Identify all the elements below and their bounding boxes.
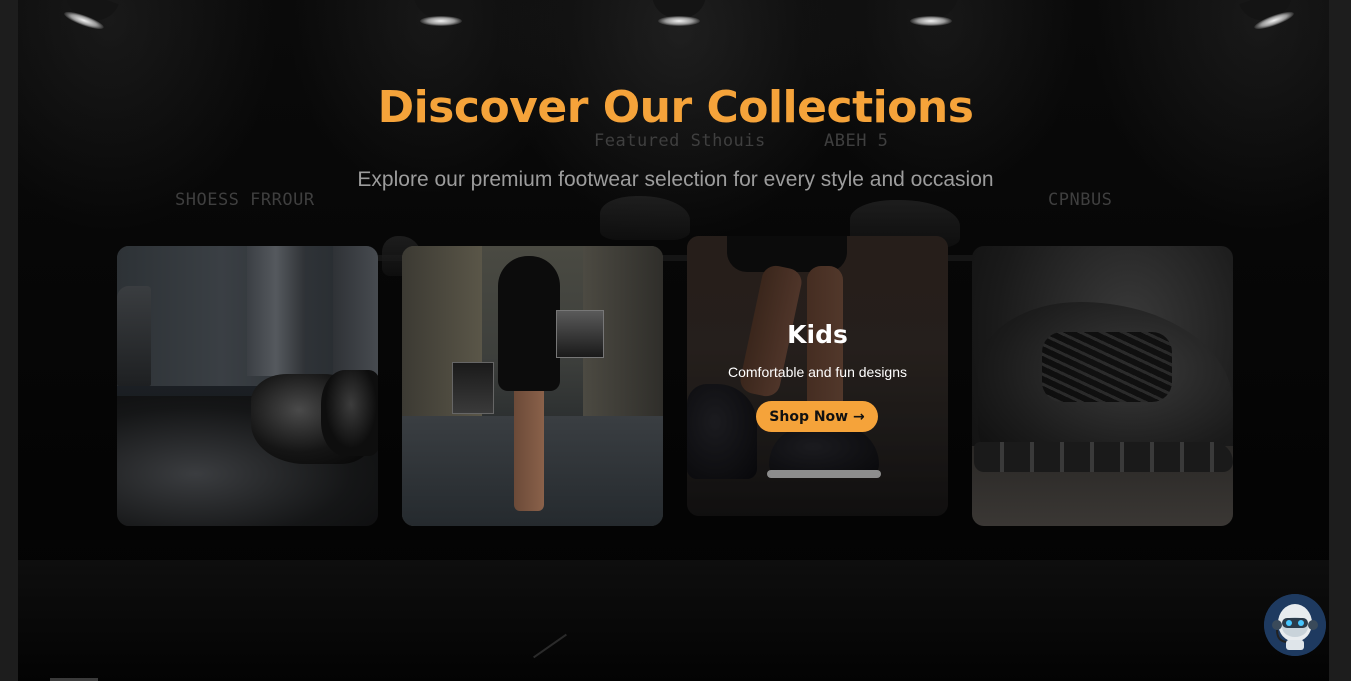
- page-subtitle: Explore our premium footwear selection f…: [357, 168, 994, 191]
- collection-card-sneakers[interactable]: [972, 246, 1233, 526]
- spotlight-icon: [48, 0, 126, 41]
- card-image-leg: [333, 246, 378, 376]
- shop-now-button[interactable]: Shop Now →: [756, 401, 878, 432]
- card-image-shoebox: [556, 310, 604, 358]
- backdrop-sign-left: SHOESS FRROUR: [175, 190, 315, 210]
- spotlight-icon: [896, 0, 966, 30]
- card-image-leg: [247, 246, 305, 376]
- card-image-figure: [117, 286, 151, 386]
- backdrop-sign-center: Featured Sthouis: [594, 131, 766, 151]
- backdrop-floor: [18, 560, 1329, 681]
- backdrop-shoe: [600, 196, 690, 240]
- page-stage: SHOESS FRROUR Featured Sthouis ABEH 5 CP…: [0, 0, 1351, 681]
- spotlight-icon: [1232, 0, 1310, 41]
- card-image-legs: [514, 386, 544, 511]
- robot-avatar-icon: [1264, 594, 1326, 656]
- spotlight-icon: [406, 0, 476, 30]
- collection-card-kids[interactable]: Kids Comfortable and fun designs Shop No…: [687, 236, 948, 516]
- card-image-sole: [974, 442, 1233, 472]
- collection-card-formal[interactable]: [117, 246, 378, 526]
- page-title: Discover Our Collections: [377, 82, 974, 133]
- card-image-shoe: [321, 370, 378, 456]
- backdrop-sign-right: CPNBUS: [1048, 190, 1113, 210]
- card-image-shoebox: [452, 362, 494, 414]
- spotlight-icon: [644, 0, 714, 30]
- chat-assistant-button[interactable]: [1264, 594, 1326, 656]
- collection-card-women[interactable]: [402, 246, 663, 526]
- backdrop-sign-center-right: ABEH 5: [824, 131, 889, 151]
- card-image-dress: [498, 256, 560, 391]
- card-image-laces: [1042, 332, 1172, 402]
- collection-card-description: Comfortable and fun designs: [728, 364, 907, 380]
- collection-card-title: Kids: [787, 320, 848, 349]
